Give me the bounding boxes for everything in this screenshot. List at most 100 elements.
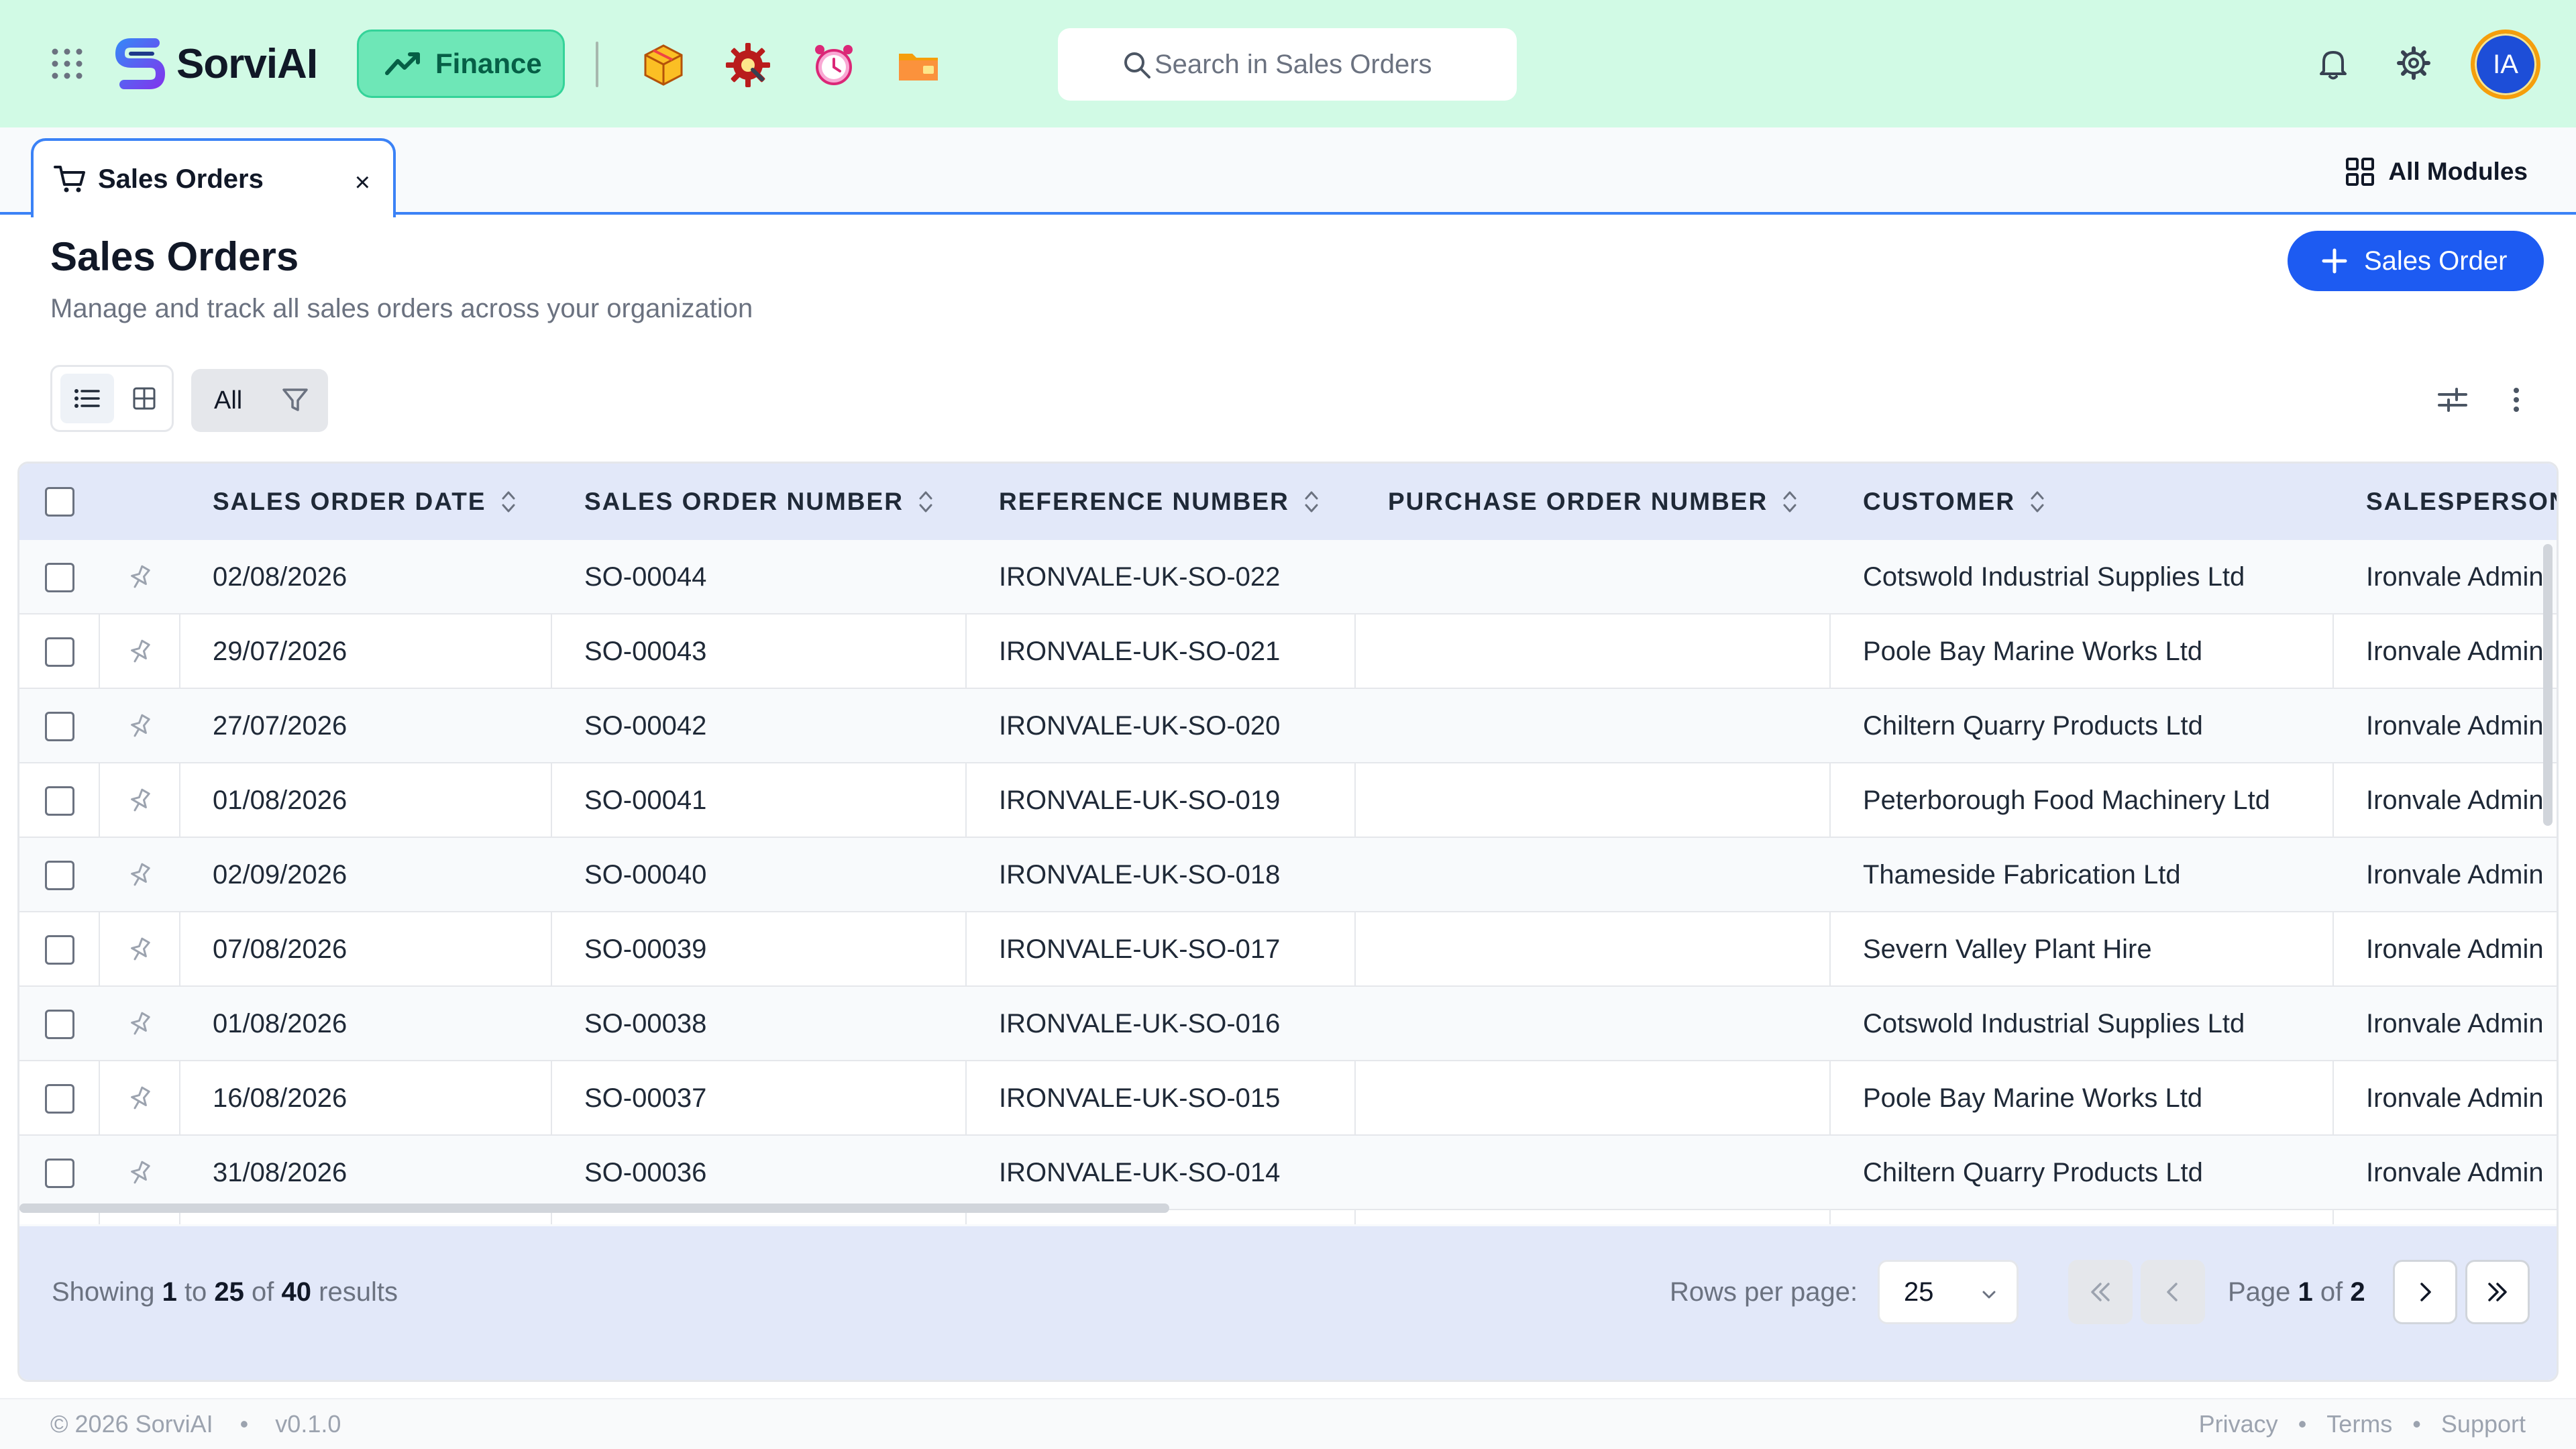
new-sales-order-button[interactable]: Sales Order (2288, 231, 2544, 291)
alarm-clock-icon[interactable] (809, 40, 859, 90)
cell-number[interactable]: SO-00037 (584, 1061, 706, 1136)
sort-icon[interactable] (1304, 488, 1319, 515)
bell-icon[interactable] (2314, 44, 2352, 82)
results-summary: Showing 1 to 25 of 40 results (52, 1277, 398, 1307)
table-row[interactable]: 02/09/2026 SO-00040 IRONVALE-UK-SO-018 Tham… (19, 838, 2557, 912)
column-settings-icon[interactable] (2436, 384, 2469, 416)
cart-icon (54, 164, 86, 194)
settings-gear-icon[interactable] (723, 40, 773, 90)
pin-icon[interactable] (127, 614, 154, 689)
filter-icon[interactable] (281, 386, 309, 414)
table-row[interactable]: 07/08/2026 SO-00039 IRONVALE-UK-SO-017 Seve… (19, 912, 2557, 987)
row-checkbox[interactable] (45, 614, 74, 689)
table-row[interactable]: 02/08/2026 SO-00044 IRONVALE-UK-SO-022 Cots… (19, 540, 2557, 614)
tab-sales-orders[interactable]: Sales Orders × (31, 138, 396, 217)
cell-salesperson: Ironvale Admin (2366, 1009, 2544, 1038)
sort-icon[interactable] (2030, 488, 2045, 515)
pin-icon[interactable] (127, 912, 154, 987)
cell-number[interactable]: SO-00041 (584, 763, 706, 838)
cell-number[interactable]: SO-00039 (584, 912, 706, 987)
folder-icon[interactable] (894, 40, 943, 90)
cell-customer: Thameside Fabrication Ltd (1863, 860, 2181, 890)
cell-reference: IRONVALE-UK-SO-016 (999, 1009, 1281, 1038)
table-row[interactable]: 29/07/2026 SO-00043 IRONVALE-UK-SO-021 Pool… (19, 614, 2557, 689)
cell-number[interactable]: SO-00044 (584, 540, 706, 614)
cell-date: 02/09/2026 (213, 860, 347, 890)
cell-number[interactable]: SO-00043 (584, 614, 706, 689)
close-icon[interactable]: × (355, 169, 370, 196)
cell-number[interactable]: SO-00040 (584, 838, 706, 912)
row-checkbox[interactable] (45, 987, 74, 1061)
next-page-button[interactable] (2393, 1260, 2457, 1324)
cell-number[interactable]: SO-00038 (584, 987, 706, 1061)
column-label: SALESPERSON (2366, 488, 2559, 515)
pin-icon[interactable] (127, 838, 154, 912)
cell-number[interactable]: SO-00036 (584, 1136, 706, 1210)
rows-per-page-select[interactable]: 25 (1878, 1260, 2019, 1324)
table-row[interactable]: 16/08/2026 SO-00037 IRONVALE-UK-SO-015 Pool… (19, 1061, 2557, 1136)
first-page-button[interactable] (2068, 1260, 2133, 1324)
vertical-scrollbar[interactable] (2543, 544, 2553, 826)
grid-view-button[interactable] (121, 374, 168, 423)
list-view-button[interactable] (60, 374, 114, 423)
pin-icon[interactable] (127, 1061, 154, 1136)
select-all-checkbox[interactable] (45, 464, 74, 540)
cell-date: 31/08/2026 (213, 1158, 347, 1187)
trend-chart-icon (384, 50, 422, 77)
column-header-reference[interactable]: REFERENCE NUMBER (999, 464, 1319, 540)
table-row[interactable]: 01/08/2026 SO-00041 IRONVALE-UK-SO-019 Pete… (19, 763, 2557, 838)
gear-icon[interactable] (2395, 44, 2432, 82)
row-checkbox[interactable] (45, 912, 74, 987)
sort-icon[interactable] (918, 488, 933, 515)
privacy-link[interactable]: Privacy (2199, 1410, 2278, 1438)
pin-icon[interactable] (127, 763, 154, 838)
cell-salesperson: Ironvale Admin (2366, 934, 2544, 964)
row-checkbox[interactable] (45, 689, 74, 763)
sort-icon[interactable] (1782, 488, 1797, 515)
row-checkbox[interactable] (45, 540, 74, 614)
table-body: 02/08/2026 SO-00044 IRONVALE-UK-SO-022 Cots… (19, 540, 2557, 1224)
horizontal-scrollbar[interactable] (19, 1203, 1169, 1213)
user-avatar[interactable]: IA (2471, 30, 2540, 99)
page-title: Sales Orders (50, 234, 299, 279)
copyright: © 2026 SorviAI (50, 1410, 213, 1438)
row-checkbox[interactable] (45, 763, 74, 838)
table-row[interactable]: 27/07/2026 SO-00042 IRONVALE-UK-SO-020 Chil… (19, 689, 2557, 763)
previous-page-button[interactable] (2141, 1260, 2205, 1324)
row-checkbox[interactable] (45, 1061, 74, 1136)
filter-selector[interactable]: All (191, 369, 328, 432)
all-modules-button[interactable]: All Modules (2345, 157, 2528, 186)
row-checkbox[interactable] (45, 1136, 74, 1210)
table-row[interactable]: 01/08/2026 SO-00038 IRONVALE-UK-SO-016 Cots… (19, 987, 2557, 1061)
terms-link[interactable]: Terms (2326, 1410, 2392, 1438)
pin-icon[interactable] (127, 540, 154, 614)
version: v0.1.0 (275, 1410, 341, 1438)
app-footer: © 2026 SorviAI • v0.1.0 Privacy • Terms … (0, 1398, 2576, 1449)
pin-icon[interactable] (127, 689, 154, 763)
more-options-icon[interactable] (2506, 384, 2526, 416)
footer-links: Privacy • Terms • Support (2198, 1410, 2526, 1438)
cell-reference: IRONVALE-UK-SO-015 (999, 1083, 1281, 1113)
cell-number[interactable]: SO-00042 (584, 689, 706, 763)
table-row[interactable]: 31/08/2026 SO-00036 IRONVALE-UK-SO-014 Chil… (19, 1136, 2557, 1210)
column-header-customer[interactable]: CUSTOMER (1863, 464, 2045, 540)
sort-icon[interactable] (501, 488, 516, 515)
last-page-button[interactable] (2465, 1260, 2530, 1324)
column-header-date[interactable]: SALES ORDER DATE (213, 464, 516, 540)
brand-logo[interactable]: SorviAI (111, 34, 318, 94)
app-launcher-icon[interactable] (47, 44, 87, 84)
column-header-salesperson[interactable]: SALESPERSON (2366, 464, 2559, 540)
column-header-purchase-order[interactable]: PURCHASE ORDER NUMBER (1388, 464, 1797, 540)
module-switcher-finance[interactable]: Finance (357, 30, 565, 98)
cell-reference: IRONVALE-UK-SO-022 (999, 562, 1281, 592)
box-icon[interactable] (639, 40, 688, 90)
support-link[interactable]: Support (2441, 1410, 2526, 1438)
cell-customer: Peterborough Food Machinery Ltd (1863, 786, 2271, 815)
row-checkbox[interactable] (45, 838, 74, 912)
column-header-number[interactable]: SALES ORDER NUMBER (584, 464, 933, 540)
pin-icon[interactable] (127, 987, 154, 1061)
column-label: CUSTOMER (1863, 488, 2016, 515)
search-input[interactable]: Search in Sales Orders (1058, 28, 1517, 101)
pin-icon[interactable] (127, 1136, 154, 1210)
top-bar: SorviAI Finance Search in Sales Orders I… (0, 0, 2576, 127)
